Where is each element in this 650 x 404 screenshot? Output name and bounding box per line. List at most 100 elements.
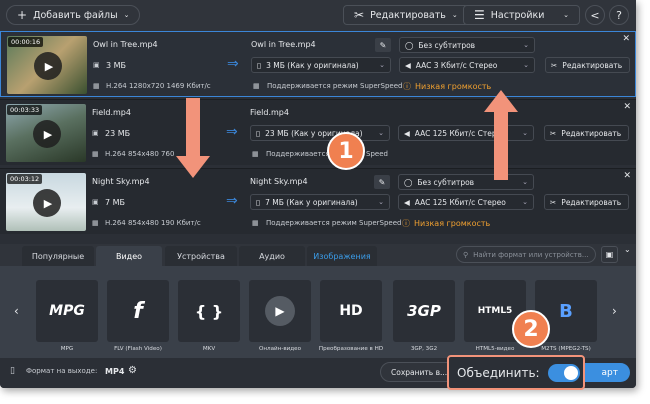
tab-popular[interactable]: Популярные xyxy=(22,246,94,266)
collapse-chevron-icon[interactable]: ⌄ xyxy=(624,245,631,254)
scissors-icon: ✂ xyxy=(551,60,558,70)
chevron-down-icon: ⌄ xyxy=(522,178,528,186)
speed-icon: ▦ xyxy=(253,82,260,90)
format-mpg[interactable]: MPG xyxy=(36,280,98,342)
speaker-icon: ◀ xyxy=(404,128,410,138)
speaker-icon: ◀ xyxy=(405,60,411,70)
gear-icon[interactable]: ⚙ xyxy=(128,365,137,376)
superspeed-info: Поддерживается режим SuperSpeed xyxy=(266,219,402,227)
speed-icon: ▦ xyxy=(252,219,259,227)
chevron-down-icon: ⌄ xyxy=(522,129,528,137)
file-icon: ▯ xyxy=(257,60,262,70)
share-icon[interactable]: < xyxy=(585,5,605,25)
chevron-right-icon[interactable]: › xyxy=(612,304,617,318)
edit-file-button[interactable]: ✂ Редактировать xyxy=(545,57,630,73)
chevron-down-icon: ⌄ xyxy=(378,198,384,206)
codec-info: H.264 854x480 190 Кбит/с xyxy=(105,219,201,227)
chevron-down-icon: ⌄ xyxy=(523,61,529,69)
format-online-video[interactable]: ▶ xyxy=(249,280,311,342)
down-arrow-icon xyxy=(176,156,210,178)
video-thumbnail: 00:00:16 ▶ xyxy=(7,36,87,94)
format-3gp[interactable]: 3GP xyxy=(393,280,455,342)
audio-select[interactable]: ◀ AAC 125 Кбит/с Стерео ⌄ xyxy=(398,125,534,141)
merge-callout: Объединить: xyxy=(447,355,585,390)
output-size-select[interactable]: ▯ 23 МБ (Как у оригинала) ⌄ xyxy=(250,125,390,141)
tab-video[interactable]: Видео xyxy=(96,246,162,266)
subtitles-icon: ◯ xyxy=(404,177,413,187)
video-thumbnail: 00:03:12 ▶ xyxy=(6,173,86,231)
audio-select[interactable]: ◀ AAC 125 Кбит/с Стерео ⌄ xyxy=(398,194,534,210)
chevron-down-icon: ⌄ xyxy=(523,41,529,49)
scissors-icon: ✂ xyxy=(550,128,557,138)
format-label: Онлайн-видео xyxy=(258,346,302,352)
output-format-label: Формат на выходе: xyxy=(26,367,98,375)
film-icon: ▦ xyxy=(92,219,99,227)
codec-info: H.264 1280x720 1469 Кбит/с xyxy=(106,82,211,90)
tab-audio[interactable]: Аудио xyxy=(239,246,305,266)
folder-icon: ▣ xyxy=(92,129,99,137)
annotation-marker-1: 1 xyxy=(327,132,365,170)
format-hd[interactable]: HD xyxy=(320,280,382,342)
output-name[interactable]: Night Sky.mp4 xyxy=(250,177,308,186)
pencil-icon[interactable]: ✎ xyxy=(375,38,391,52)
file-icon: ▯ xyxy=(10,366,15,376)
settings-button[interactable]: ☰ Настройки ⌄ xyxy=(463,5,580,25)
add-files-button[interactable]: + Добавить файлы ⌄ xyxy=(6,5,141,25)
warning-icon: ⓘ xyxy=(402,219,410,228)
pencil-icon[interactable]: ✎ xyxy=(374,175,390,189)
plus-icon: + xyxy=(17,8,28,22)
file-size: 7 МБ xyxy=(105,198,126,207)
close-icon[interactable]: ✕ xyxy=(623,102,631,112)
format-label: MPG xyxy=(60,346,74,352)
output-name[interactable]: Field.mp4 xyxy=(250,108,289,117)
tab-images[interactable]: Изображения xyxy=(307,246,377,266)
codec-info: H.264 854x480 760 xyxy=(105,150,175,158)
subtitles-icon: ◯ xyxy=(405,40,414,50)
chevron-left-icon[interactable]: ‹ xyxy=(14,304,19,318)
convert-arrow-icon: ⇒ xyxy=(226,193,238,209)
warning-icon: ⓘ xyxy=(403,82,411,91)
file-row[interactable]: 00:00:16 ▶ Owl in Tree.mp4 ▣ 3 МБ ▦ H.26… xyxy=(0,31,636,97)
format-flv[interactable]: f xyxy=(107,280,169,342)
format-label: MKV xyxy=(202,346,216,352)
merge-toggle[interactable] xyxy=(547,363,580,382)
convert-arrow-icon: ⇒ xyxy=(227,56,239,72)
annotation-marker-2: 2 xyxy=(512,310,550,348)
file-row[interactable]: 00:03:33 ▶ Field.mp4 ▣ 23 МБ ▦ H.264 854… xyxy=(0,99,636,165)
subtitles-select[interactable]: ◯ Без субтитров ⌄ xyxy=(399,37,535,53)
file-name: Owl in Tree.mp4 xyxy=(93,40,158,49)
tab-devices[interactable]: Устройства xyxy=(165,246,237,266)
file-row[interactable]: 00:03:12 ▶ Night Sky.mp4 ▣ 7 МБ ▦ H.264 … xyxy=(0,168,636,234)
device-detect-icon[interactable]: ▣ xyxy=(601,246,618,263)
file-icon: ▯ xyxy=(256,128,261,138)
close-icon[interactable]: ✕ xyxy=(622,34,630,44)
format-search-input[interactable]: ⚲ Найти формат или устройств... xyxy=(456,246,596,263)
output-size-select[interactable]: ▯ 3 МБ (Как у оригинала) ⌄ xyxy=(251,57,391,73)
play-icon[interactable]: ▶ xyxy=(34,52,62,80)
play-icon[interactable]: ▶ xyxy=(33,189,61,217)
edit-file-button[interactable]: ✂ Редактировать xyxy=(544,194,629,210)
merge-label: Объединить: xyxy=(457,365,540,380)
low-volume-warning: Низкая громкость xyxy=(414,219,491,228)
chevron-down-icon: ⌄ xyxy=(123,11,130,19)
close-icon[interactable]: ✕ xyxy=(623,171,631,181)
format-label: HTML5-видео xyxy=(475,346,515,352)
folder-icon: ▣ xyxy=(93,61,100,69)
edit-file-button[interactable]: ✂ Редактировать xyxy=(544,125,629,141)
speaker-icon: ◀ xyxy=(404,197,410,207)
low-volume-warning: Низкая громкость xyxy=(415,82,492,91)
output-size-select[interactable]: ▯ 7 МБ (Как у оригинала) ⌄ xyxy=(250,194,390,210)
help-icon[interactable]: ? xyxy=(609,5,629,25)
scissors-icon: ✂ xyxy=(354,8,365,22)
chevron-down-icon: ⌄ xyxy=(563,11,569,19)
subtitles-select[interactable]: ◯ Без субтитров ⌄ xyxy=(398,174,534,190)
audio-select[interactable]: ◀ AAC 3 Кбит/с Стерео ⌄ xyxy=(399,57,535,73)
edit-button[interactable]: ✂ Редактировать ⌄ xyxy=(343,5,469,25)
play-icon[interactable]: ▶ xyxy=(33,120,61,148)
format-mkv[interactable]: { } xyxy=(178,280,240,342)
superspeed-info: Поддерживается режим SuperSpeed xyxy=(267,82,403,90)
output-name[interactable]: Owl in Tree.mp4 xyxy=(251,40,316,49)
format-label: Преобразование в HD xyxy=(318,346,384,352)
down-arrow-shaft xyxy=(186,98,200,158)
folder-icon: ▣ xyxy=(92,198,99,206)
